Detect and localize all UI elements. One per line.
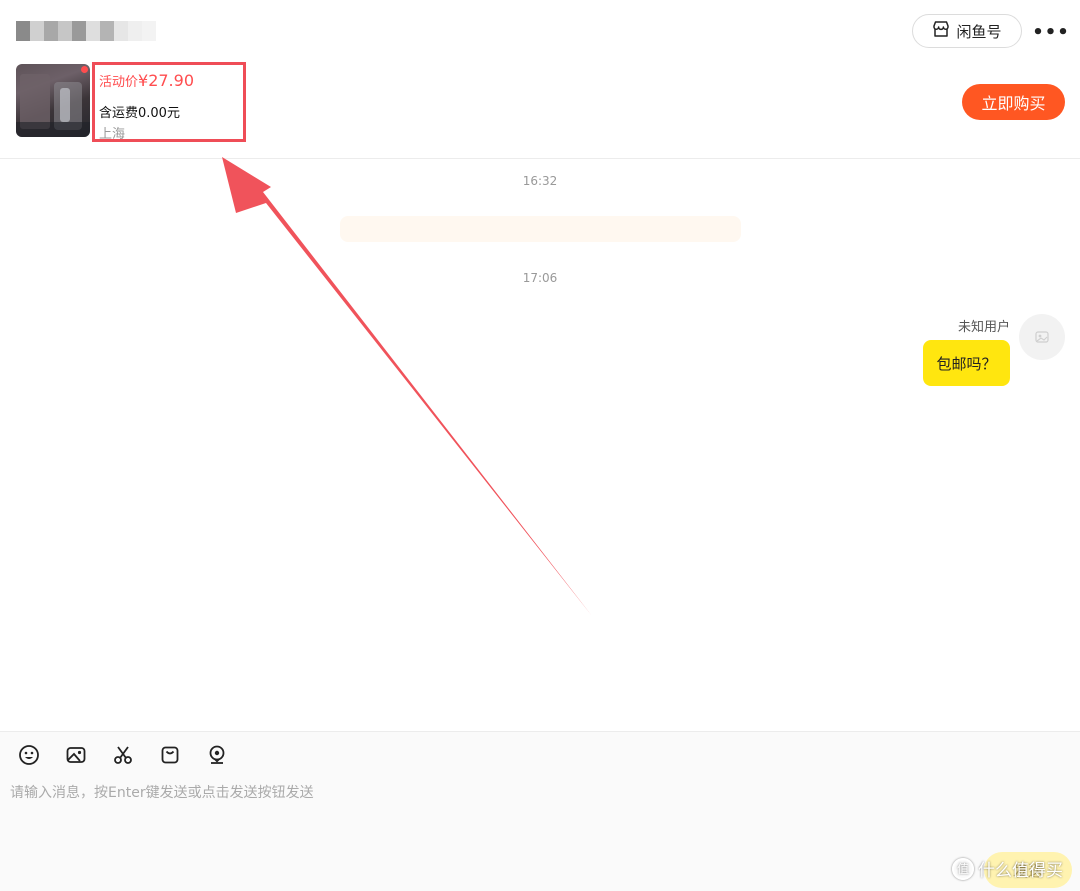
message-timestamp: 16:32	[522, 174, 558, 188]
product-info-highlight: 活动价¥27.90 含运费0.00元 上海	[92, 62, 246, 142]
xianyu-account-label: 闲鱼号	[956, 22, 1002, 41]
product-thumbnail[interactable]	[16, 64, 90, 137]
contact-name-blurred	[16, 18, 156, 44]
watermark-logo-icon: 值	[952, 857, 974, 880]
watermark-text: 什么值得买	[978, 861, 1063, 881]
emoji-icon[interactable]	[16, 742, 42, 768]
price-value: ¥27.90	[138, 71, 194, 90]
buy-now-button[interactable]: 立即购买	[962, 84, 1065, 120]
system-notice-banner	[340, 216, 741, 242]
shop-icon	[932, 20, 950, 42]
chat-window: 闲鱼号 ••• 活动价¥27.90 含运费0.00元 上海 立即购买 16:32…	[0, 0, 1080, 891]
location-icon[interactable]	[204, 742, 230, 768]
composer-toolbar	[16, 742, 230, 770]
avatar[interactable]	[1019, 314, 1065, 360]
product-location: 上海	[99, 127, 126, 142]
sender-name: 未知用户	[957, 320, 1010, 335]
watermark: 值 什么值得买	[952, 856, 1063, 881]
blurred-name-mosaic	[16, 21, 156, 41]
chat-bubble-outgoing[interactable]: 包邮吗？	[923, 340, 1010, 386]
contact-name-text	[16, 18, 17, 19]
shipping-fee: 含运费0.00元	[99, 106, 180, 121]
default-avatar-icon	[1035, 331, 1049, 343]
xianyu-account-button[interactable]: 闲鱼号	[912, 14, 1022, 48]
bag-icon[interactable]	[157, 742, 183, 768]
more-options-icon[interactable]: •••	[1032, 20, 1069, 44]
activity-price: 活动价¥27.90	[99, 71, 194, 90]
price-prefix: 活动价	[99, 75, 139, 90]
message-input[interactable]	[8, 780, 972, 806]
image-icon[interactable]	[63, 742, 89, 768]
chat-header: 闲鱼号 ••• 活动价¥27.90 含运费0.00元 上海 立即购买	[0, 0, 1080, 159]
message-composer	[0, 731, 1080, 891]
scissors-icon[interactable]	[110, 742, 136, 768]
unread-dot	[81, 66, 88, 73]
message-timestamp: 17:06	[522, 271, 558, 285]
